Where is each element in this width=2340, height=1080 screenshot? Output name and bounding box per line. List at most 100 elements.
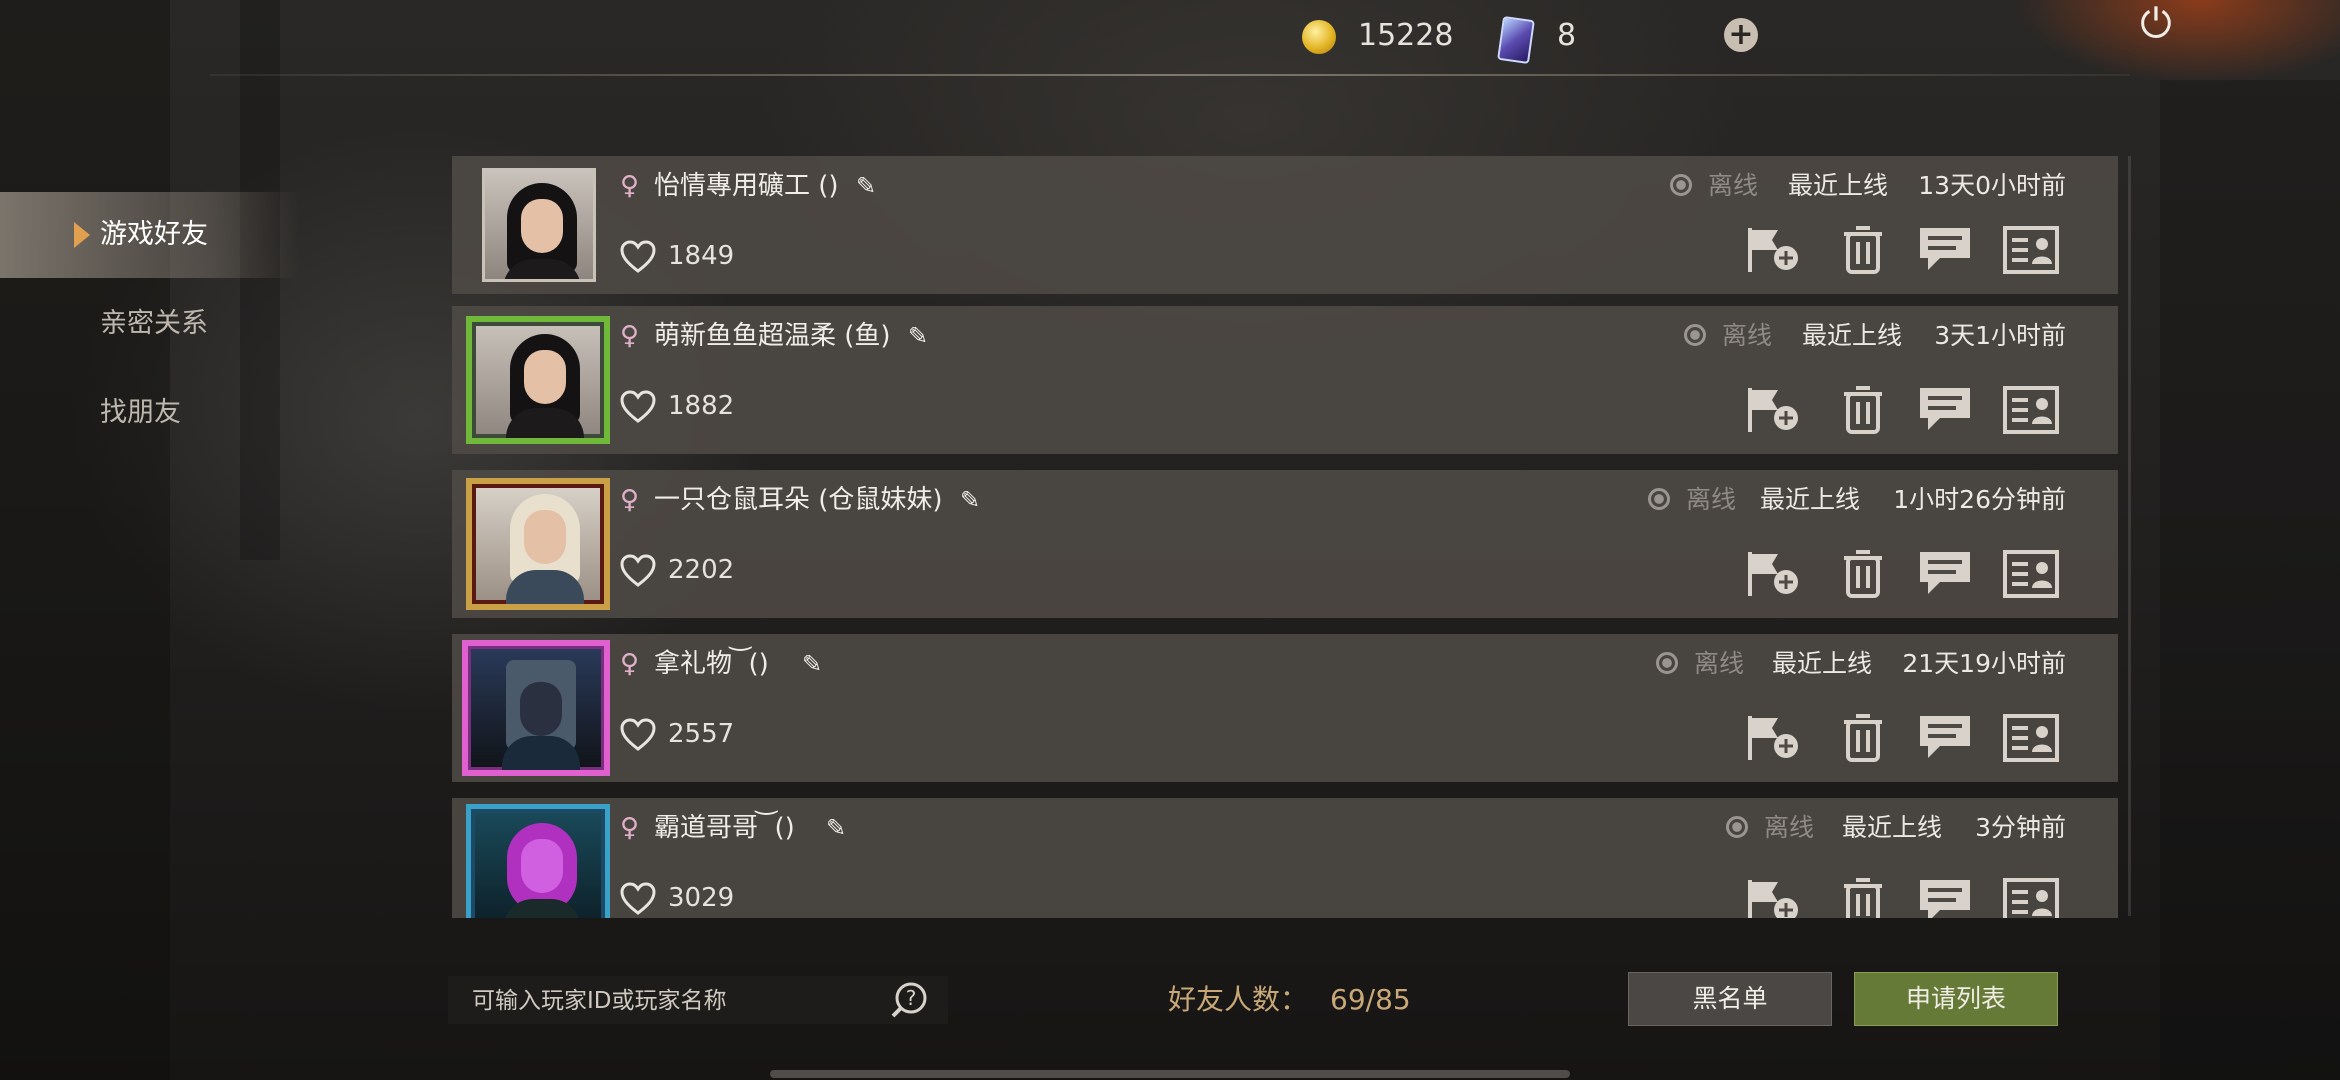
last-online-label: 最近上线	[1788, 171, 1889, 200]
card-balance: 8	[1557, 18, 1577, 53]
active-arrow-icon	[74, 222, 90, 248]
coin-icon	[1302, 20, 1336, 54]
background-tree	[2160, 80, 2340, 1080]
friend-list[interactable]: ♀ 怡情專用礦工 () ✎ 1849 离线 最近上线 13天0小时前 ♀ 萌新鱼…	[452, 156, 2128, 918]
trash-icon[interactable]	[1834, 712, 1892, 764]
sidebar-item-intimate[interactable]: 亲密关系	[0, 281, 300, 367]
friend-count-label: 好友人数：	[1168, 983, 1309, 1016]
friend-row: ♀ 霸道哥哥 ͝ () ✎ 3029 离线 最近上线 3分钟前	[452, 798, 2118, 918]
chat-icon[interactable]	[1916, 384, 1974, 436]
likes-count: 2202	[668, 555, 735, 585]
friend-name: 霸道哥哥 ͝ ()	[654, 813, 795, 843]
heart-icon	[620, 718, 656, 751]
card-icon	[1497, 15, 1535, 65]
last-online-time: 3分钟前	[1975, 813, 2066, 842]
female-icon: ♀	[620, 485, 640, 515]
chat-icon[interactable]	[1916, 712, 1974, 764]
edit-icon[interactable]: ✎	[908, 318, 928, 354]
likes-count: 3029	[668, 883, 735, 913]
likes-count: 1849	[668, 241, 735, 271]
background-tree	[0, 0, 170, 1080]
sidebar-item-label: 游戏好友	[100, 219, 208, 250]
likes-count: 2557	[668, 719, 735, 749]
trash-icon[interactable]	[1834, 384, 1892, 436]
trash-icon[interactable]	[1834, 548, 1892, 600]
chat-icon[interactable]	[1916, 548, 1974, 600]
flag-add-icon[interactable]	[1744, 876, 1802, 918]
help-search-icon[interactable]: ?	[889, 980, 929, 1020]
home-indicator	[770, 1070, 1570, 1078]
online-status: 离线	[1764, 813, 1815, 842]
status-dot-icon	[1684, 324, 1706, 346]
female-icon: ♀	[620, 321, 640, 351]
flag-add-icon[interactable]	[1744, 548, 1802, 600]
svg-text:?: ?	[906, 986, 917, 1010]
apply-list-button[interactable]: 申请列表	[1854, 972, 2058, 1026]
trash-icon[interactable]	[1834, 224, 1892, 276]
edit-icon[interactable]: ✎	[960, 482, 980, 518]
status-dot-icon	[1648, 488, 1670, 510]
avatar-face	[524, 510, 566, 564]
online-status: 离线	[1722, 321, 1773, 350]
last-online-time: 1小时26分钟前	[1893, 485, 2066, 514]
avatar-body	[502, 736, 580, 770]
online-status: 离线	[1708, 171, 1759, 200]
profile-card-icon[interactable]	[2002, 712, 2060, 764]
friend-count-value: 69/85	[1330, 983, 1411, 1016]
status-dot-icon	[1670, 174, 1692, 196]
avatar[interactable]	[466, 478, 610, 610]
flag-add-icon[interactable]	[1744, 712, 1802, 764]
online-status: 离线	[1686, 485, 1737, 514]
likes-count: 1882	[668, 391, 735, 421]
heart-icon	[620, 390, 656, 423]
heart-icon	[620, 240, 656, 273]
sidebar-item-label: 找朋友	[100, 397, 181, 428]
top-divider	[210, 74, 2130, 76]
trash-icon[interactable]	[1834, 876, 1892, 918]
avatar-body	[506, 408, 584, 438]
edit-icon[interactable]: ✎	[856, 168, 876, 204]
sidebar-item-find-friends[interactable]: 找朋友	[0, 370, 300, 456]
list-scrollbar[interactable]	[2128, 156, 2131, 916]
online-status: 离线	[1694, 649, 1745, 678]
avatar[interactable]	[462, 640, 610, 776]
avatar[interactable]	[466, 316, 610, 444]
power-icon[interactable]: ⏻	[2136, 2, 2176, 46]
sidebar-item-label: 亲密关系	[100, 308, 208, 339]
flag-add-icon[interactable]	[1744, 224, 1802, 276]
friend-row: ♀ 拿礼物 ͝ () ✎ 2557 离线 最近上线 21天19小时前	[452, 634, 2118, 782]
blacklist-button[interactable]: 黑名单	[1628, 972, 1832, 1026]
avatar-face	[521, 839, 563, 893]
last-online-label: 最近上线	[1772, 649, 1873, 678]
coin-balance: 15228	[1358, 18, 1454, 53]
edit-icon[interactable]: ✎	[802, 646, 822, 682]
friend-row: ♀ 怡情專用礦工 () ✎ 1849 离线 最近上线 13天0小时前	[452, 156, 2118, 294]
last-online-time: 3天1小时前	[1934, 321, 2066, 350]
avatar-face	[521, 199, 563, 253]
chat-icon[interactable]	[1916, 876, 1974, 918]
player-search: ?	[448, 976, 948, 1026]
avatar[interactable]	[466, 804, 610, 918]
friend-row: ♀ 萌新鱼鱼超温柔 (鱼) ✎ 1882 离线 最近上线 3天1小时前	[452, 306, 2118, 454]
heart-icon	[620, 882, 656, 915]
friend-row: ♀ 一只仓鼠耳朵 (仓鼠妹妹) ✎ 2202 离线 最近上线 1小时26分钟前	[452, 470, 2118, 618]
profile-card-icon[interactable]	[2002, 224, 2060, 276]
profile-card-icon[interactable]	[2002, 548, 2060, 600]
avatar-body	[506, 570, 584, 604]
flag-add-icon[interactable]	[1744, 384, 1802, 436]
avatar[interactable]	[482, 168, 596, 282]
last-online-time: 13天0小时前	[1918, 171, 2066, 200]
last-online-label: 最近上线	[1842, 813, 1943, 842]
friend-name: 一只仓鼠耳朵 (仓鼠妹妹)	[654, 485, 943, 515]
chat-icon[interactable]	[1916, 224, 1974, 276]
female-icon: ♀	[620, 171, 640, 201]
plus-icon[interactable]: +	[1724, 18, 1758, 52]
sidebar-item-game-friends[interactable]: 游戏好友	[0, 192, 300, 278]
profile-card-icon[interactable]	[2002, 876, 2060, 918]
avatar-face	[524, 350, 566, 404]
profile-card-icon[interactable]	[2002, 384, 2060, 436]
search-input[interactable]	[470, 976, 874, 1026]
edit-icon[interactable]: ✎	[826, 810, 846, 846]
status-dot-icon	[1726, 816, 1748, 838]
female-icon: ♀	[620, 813, 640, 843]
